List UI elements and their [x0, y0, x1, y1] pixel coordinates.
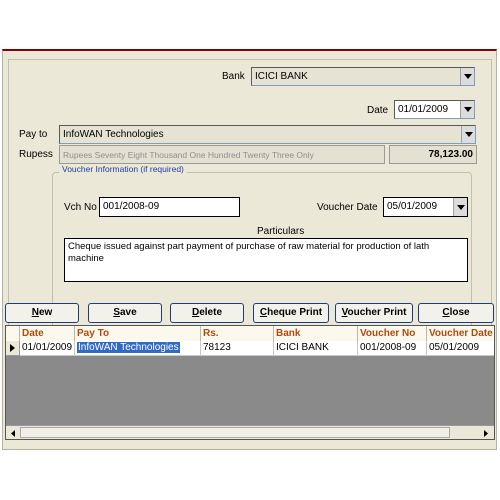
- save-label: ave: [119, 307, 137, 318]
- amount-field: 78,123.00: [389, 145, 477, 164]
- save-button[interactable]: Save: [88, 303, 162, 323]
- table-row[interactable]: 01/01/2009 InfoWAN Technologies 78123 IC…: [6, 341, 494, 356]
- chevron-down-icon[interactable]: [453, 198, 467, 216]
- grid-corner: [6, 326, 20, 341]
- cell-rs[interactable]: 78123: [201, 341, 274, 356]
- bank-label: Bank: [222, 71, 245, 82]
- voucher-date-label: Voucher Date: [317, 202, 378, 213]
- close-accel: C: [442, 307, 450, 318]
- column-header-voucher-date[interactable]: Voucher Date: [427, 326, 494, 341]
- date-value: 01/01/2009: [398, 104, 449, 115]
- new-accel: N: [31, 307, 39, 318]
- close-button[interactable]: Close: [418, 303, 494, 323]
- rupees-in-words-field: Rupees Seventy Eight Thousand One Hundre…: [59, 145, 385, 164]
- column-header-rs[interactable]: Rs.: [201, 326, 274, 341]
- triangle-right-icon: [6, 341, 20, 356]
- column-header-pay-to[interactable]: Pay To: [75, 326, 201, 341]
- column-header-date[interactable]: Date: [20, 326, 75, 341]
- scrollbar-thumb[interactable]: [20, 427, 450, 438]
- delete-label: elete: [199, 307, 223, 318]
- cell-bank[interactable]: ICICI BANK: [274, 341, 358, 356]
- particulars-textarea[interactable]: Cheque issued against part payment of pu…: [64, 238, 468, 282]
- voucher-grid[interactable]: Date Pay To Rs. Bank Voucher No Voucher …: [5, 325, 495, 440]
- cell-voucher-no[interactable]: 001/2008-09: [358, 341, 427, 356]
- vch-no-input[interactable]: 001/2008-09: [99, 197, 240, 217]
- cell-pay-to[interactable]: InfoWAN Technologies: [75, 341, 201, 356]
- voucher-window: Bank ICICI BANK Date 01/01/2009 Pay to I…: [2, 49, 497, 450]
- cell-pay-to-selected: InfoWAN Technologies: [77, 342, 180, 353]
- date-label: Date: [367, 105, 389, 116]
- new-label: ew: [38, 307, 53, 318]
- close-label: lose: [449, 307, 470, 318]
- column-header-voucher-no[interactable]: Voucher No: [358, 326, 427, 341]
- new-button[interactable]: New: [5, 303, 79, 323]
- chevron-down-icon[interactable]: [461, 126, 475, 143]
- cell-date[interactable]: 01/01/2009: [20, 341, 75, 356]
- column-header-bank[interactable]: Bank: [274, 326, 358, 341]
- voucher-date-value: 05/01/2009: [387, 201, 438, 212]
- voucher-date-combo[interactable]: 05/01/2009: [383, 197, 468, 217]
- voucher-info-title: Voucher Information (if required): [59, 164, 187, 174]
- vch-no-label: Vch No: [64, 202, 97, 213]
- cell-voucher-date[interactable]: 05/01/2009: [427, 341, 494, 356]
- chevron-down-icon[interactable]: [460, 101, 474, 118]
- cheque-print-label: heque Print: [267, 307, 323, 318]
- grid-header: Date Pay To Rs. Bank Voucher No Voucher …: [6, 326, 494, 341]
- pay-to-label: Pay to: [19, 129, 48, 140]
- amount-value: 78,123.00: [428, 149, 474, 160]
- voucher-print-label: oucher Print: [347, 307, 407, 318]
- bank-value: ICICI BANK: [255, 71, 308, 82]
- vch-no-value: 001/2008-09: [103, 201, 160, 212]
- chevron-down-icon[interactable]: [460, 68, 474, 85]
- triangle-right-icon[interactable]: [480, 427, 492, 439]
- delete-button[interactable]: Delete: [170, 303, 244, 323]
- rupees-in-words-value: Rupees Seventy Eight Thousand One Hundre…: [63, 150, 314, 160]
- cheque-print-button[interactable]: Cheque Print: [253, 303, 329, 323]
- horizontal-scrollbar[interactable]: [6, 425, 494, 439]
- pay-to-combo[interactable]: InfoWAN Technologies: [59, 125, 476, 144]
- rupees-label: Rupess: [19, 149, 53, 160]
- date-combo[interactable]: 01/01/2009: [394, 100, 475, 119]
- voucher-print-button[interactable]: Voucher Print: [335, 303, 413, 323]
- bank-combo[interactable]: ICICI BANK: [251, 67, 475, 86]
- particulars-label: Particulars: [257, 226, 305, 237]
- pay-to-value: InfoWAN Technologies: [63, 129, 164, 140]
- save-accel: S: [113, 307, 120, 318]
- triangle-left-icon[interactable]: [7, 427, 19, 439]
